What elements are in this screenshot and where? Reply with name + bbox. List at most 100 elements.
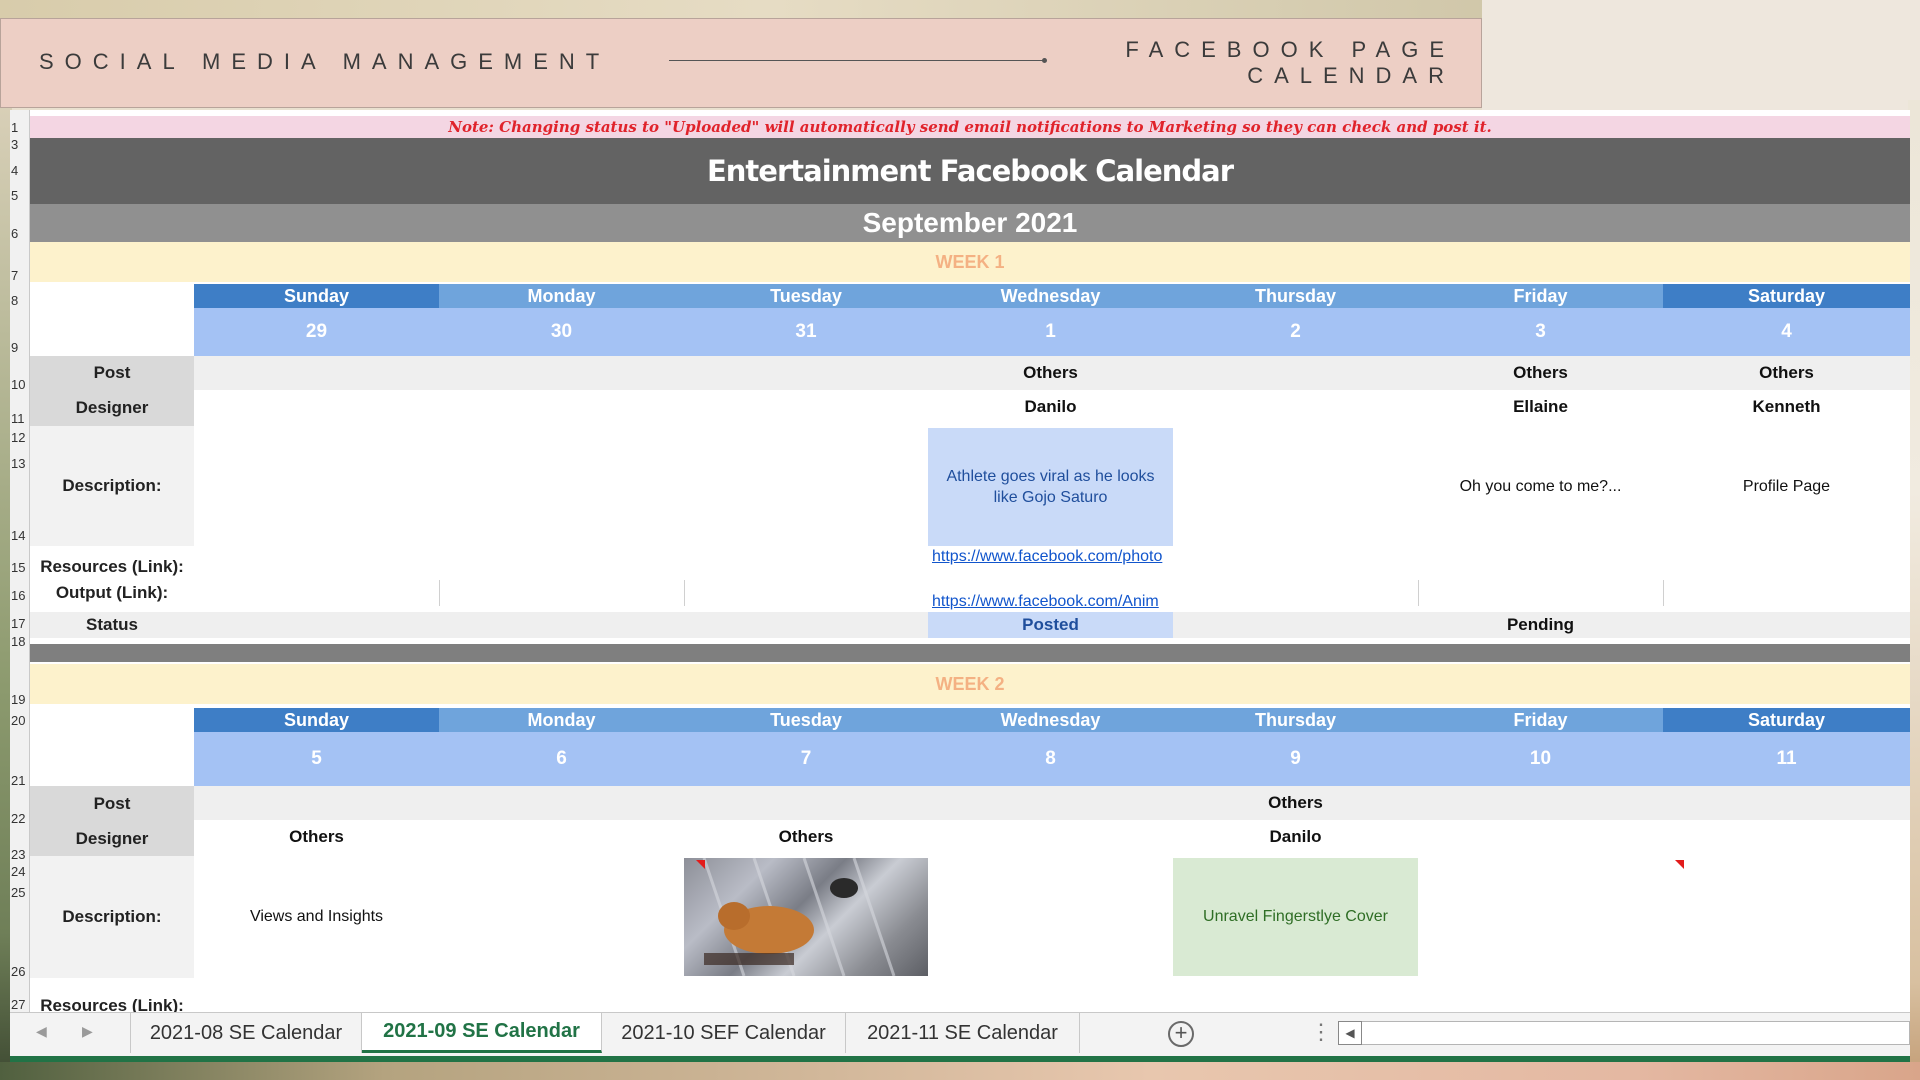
w1-sat-post[interactable]: Others <box>1663 356 1910 390</box>
w2-date[interactable]: 7 <box>684 732 928 786</box>
w1-day-sunday[interactable]: Sunday <box>194 284 439 308</box>
sheet-grid[interactable]: Note: Changing status to "Uploaded" will… <box>30 110 1910 1012</box>
row-number[interactable]: 13 <box>10 456 30 471</box>
kebab-icon[interactable]: ⋮ <box>1310 1019 1332 1045</box>
scroll-left-icon[interactable]: ◀ <box>1338 1021 1362 1045</box>
w2-date[interactable]: 10 <box>1418 732 1663 786</box>
w2-day-thursday[interactable]: Thursday <box>1173 708 1418 732</box>
row-number[interactable]: 22 <box>10 811 30 826</box>
row-number[interactable]: 16 <box>10 588 30 603</box>
comment-indicator[interactable] <box>1675 860 1684 869</box>
row-number[interactable]: 27 <box>10 997 30 1012</box>
w2-date[interactable]: 8 <box>928 732 1173 786</box>
w1-date[interactable]: 29 <box>194 308 439 356</box>
row-number[interactable]: 25 <box>10 885 30 900</box>
tab-2021-09[interactable]: 2021-09 SE Calendar <box>362 1013 602 1053</box>
row-number[interactable]: 4 <box>10 163 30 178</box>
w2-thu-description[interactable]: Unravel Fingerstlye Cover <box>1173 858 1418 976</box>
w1-wed-post[interactable]: Others <box>928 356 1173 390</box>
w1-sat-description[interactable]: Profile Page <box>1663 428 1910 546</box>
w2-day-sunday[interactable]: Sunday <box>194 708 439 732</box>
month-title[interactable]: September 2021 <box>30 204 1910 242</box>
w1-status-label[interactable]: Status <box>30 612 194 638</box>
w1-date[interactable]: 31 <box>684 308 928 356</box>
tab-2021-10[interactable]: 2021-10 SEF Calendar <box>602 1013 846 1053</box>
w2-date[interactable]: 11 <box>1663 732 1910 786</box>
tab-2021-11[interactable]: 2021-11 SE Calendar <box>846 1013 1080 1053</box>
calendar-title[interactable]: Entertainment Facebook Calendar <box>30 138 1910 204</box>
w1-date[interactable]: 2 <box>1173 308 1418 356</box>
w1-wed-description[interactable]: Athlete goes viral as he looks like Gojo… <box>928 428 1173 546</box>
row-number[interactable]: 17 <box>10 616 30 631</box>
w2-thu-post[interactable]: Others <box>1173 786 1418 820</box>
w1-output-label[interactable]: Output (Link): <box>30 582 194 604</box>
w2-date[interactable]: 6 <box>439 732 684 786</box>
w1-date[interactable]: 4 <box>1663 308 1910 356</box>
note-banner[interactable]: Note: Changing status to "Uploaded" will… <box>30 116 1910 138</box>
row-number[interactable]: 18 <box>10 634 30 649</box>
row-number[interactable]: 26 <box>10 964 30 979</box>
w2-date[interactable]: 9 <box>1173 732 1418 786</box>
w1-fri-post[interactable]: Others <box>1418 356 1663 390</box>
post-image-thumbnail[interactable] <box>684 858 928 976</box>
row-number[interactable]: 3 <box>10 137 30 152</box>
w2-day-tuesday[interactable]: Tuesday <box>684 708 928 732</box>
row-number[interactable]: 12 <box>10 430 30 445</box>
w2-designer-label[interactable]: Designer <box>30 822 194 856</box>
w1-day-saturday[interactable]: Saturday <box>1663 284 1910 308</box>
row-number[interactable]: 20 <box>10 713 30 728</box>
w2-day-saturday[interactable]: Saturday <box>1663 708 1910 732</box>
row-number[interactable]: 11 <box>10 411 30 426</box>
w1-date[interactable]: 3 <box>1418 308 1663 356</box>
w2-sun-description[interactable]: Views and Insights <box>194 858 439 976</box>
w2-day-wednesday[interactable]: Wednesday <box>928 708 1173 732</box>
row-number[interactable]: 14 <box>10 528 30 543</box>
spreadsheet[interactable]: 1 3 4 5 6 7 8 9 10 11 12 13 14 15 16 17 … <box>10 110 1910 1012</box>
row-number[interactable]: 6 <box>10 226 30 241</box>
w2-date[interactable]: 5 <box>194 732 439 786</box>
w1-fri-status[interactable]: Pending <box>1418 612 1663 638</box>
w1-designer-label[interactable]: Designer <box>30 390 194 426</box>
chevron-right-icon[interactable]: ▶ <box>82 1023 93 1040</box>
w1-day-friday[interactable]: Friday <box>1418 284 1663 308</box>
w2-description-label[interactable]: Description: <box>30 856 194 978</box>
w1-day-wednesday[interactable]: Wednesday <box>928 284 1173 308</box>
w1-date[interactable]: 1 <box>928 308 1173 356</box>
row-number[interactable]: 9 <box>10 340 30 355</box>
week1-label[interactable]: WEEK 1 <box>30 242 1910 282</box>
row-number[interactable]: 7 <box>10 268 30 283</box>
w1-wed-resource-link[interactable]: https://www.facebook.com/photo <box>928 546 1173 568</box>
w1-wed-output-link[interactable]: https://www.facebook.com/Anim <box>928 592 1173 612</box>
w1-sat-designer[interactable]: Kenneth <box>1663 390 1910 424</box>
w2-thu-designer[interactable]: Danilo <box>1173 820 1418 854</box>
w2-post-row[interactable] <box>194 786 1910 820</box>
comment-indicator[interactable] <box>696 860 705 869</box>
plus-circle-icon[interactable]: + <box>1168 1021 1194 1047</box>
row-number[interactable]: 19 <box>10 692 30 707</box>
w2-post-label[interactable]: Post <box>30 786 194 822</box>
chevron-left-icon[interactable]: ◀ <box>36 1023 47 1040</box>
w2-resources-label[interactable]: Resources (Link): <box>30 996 194 1012</box>
w1-post-label[interactable]: Post <box>30 356 194 390</box>
row-number[interactable]: 5 <box>10 188 30 203</box>
w1-day-thursday[interactable]: Thursday <box>1173 284 1418 308</box>
w2-tue-designer[interactable]: Others <box>684 820 928 854</box>
row-number[interactable]: 10 <box>10 377 30 392</box>
w1-day-monday[interactable]: Monday <box>439 284 684 308</box>
w2-day-monday[interactable]: Monday <box>439 708 684 732</box>
w1-date[interactable]: 30 <box>439 308 684 356</box>
w2-day-friday[interactable]: Friday <box>1418 708 1663 732</box>
w1-wed-status[interactable]: Posted <box>928 612 1173 638</box>
row-number[interactable]: 15 <box>10 560 30 575</box>
w1-description-label[interactable]: Description: <box>30 426 194 546</box>
w2-sun-designer[interactable]: Others <box>194 820 439 854</box>
row-number[interactable]: 24 <box>10 864 30 879</box>
row-number[interactable]: 21 <box>10 773 30 788</box>
week2-label[interactable]: WEEK 2 <box>30 664 1910 704</box>
w1-wed-designer[interactable]: Danilo <box>928 390 1173 424</box>
w1-day-tuesday[interactable]: Tuesday <box>684 284 928 308</box>
horizontal-scrollbar[interactable] <box>1338 1021 1910 1045</box>
w1-resources-label[interactable]: Resources (Link): <box>30 556 194 578</box>
tab-2021-08[interactable]: 2021-08 SE Calendar <box>130 1013 362 1053</box>
row-number[interactable]: 1 <box>10 120 30 135</box>
